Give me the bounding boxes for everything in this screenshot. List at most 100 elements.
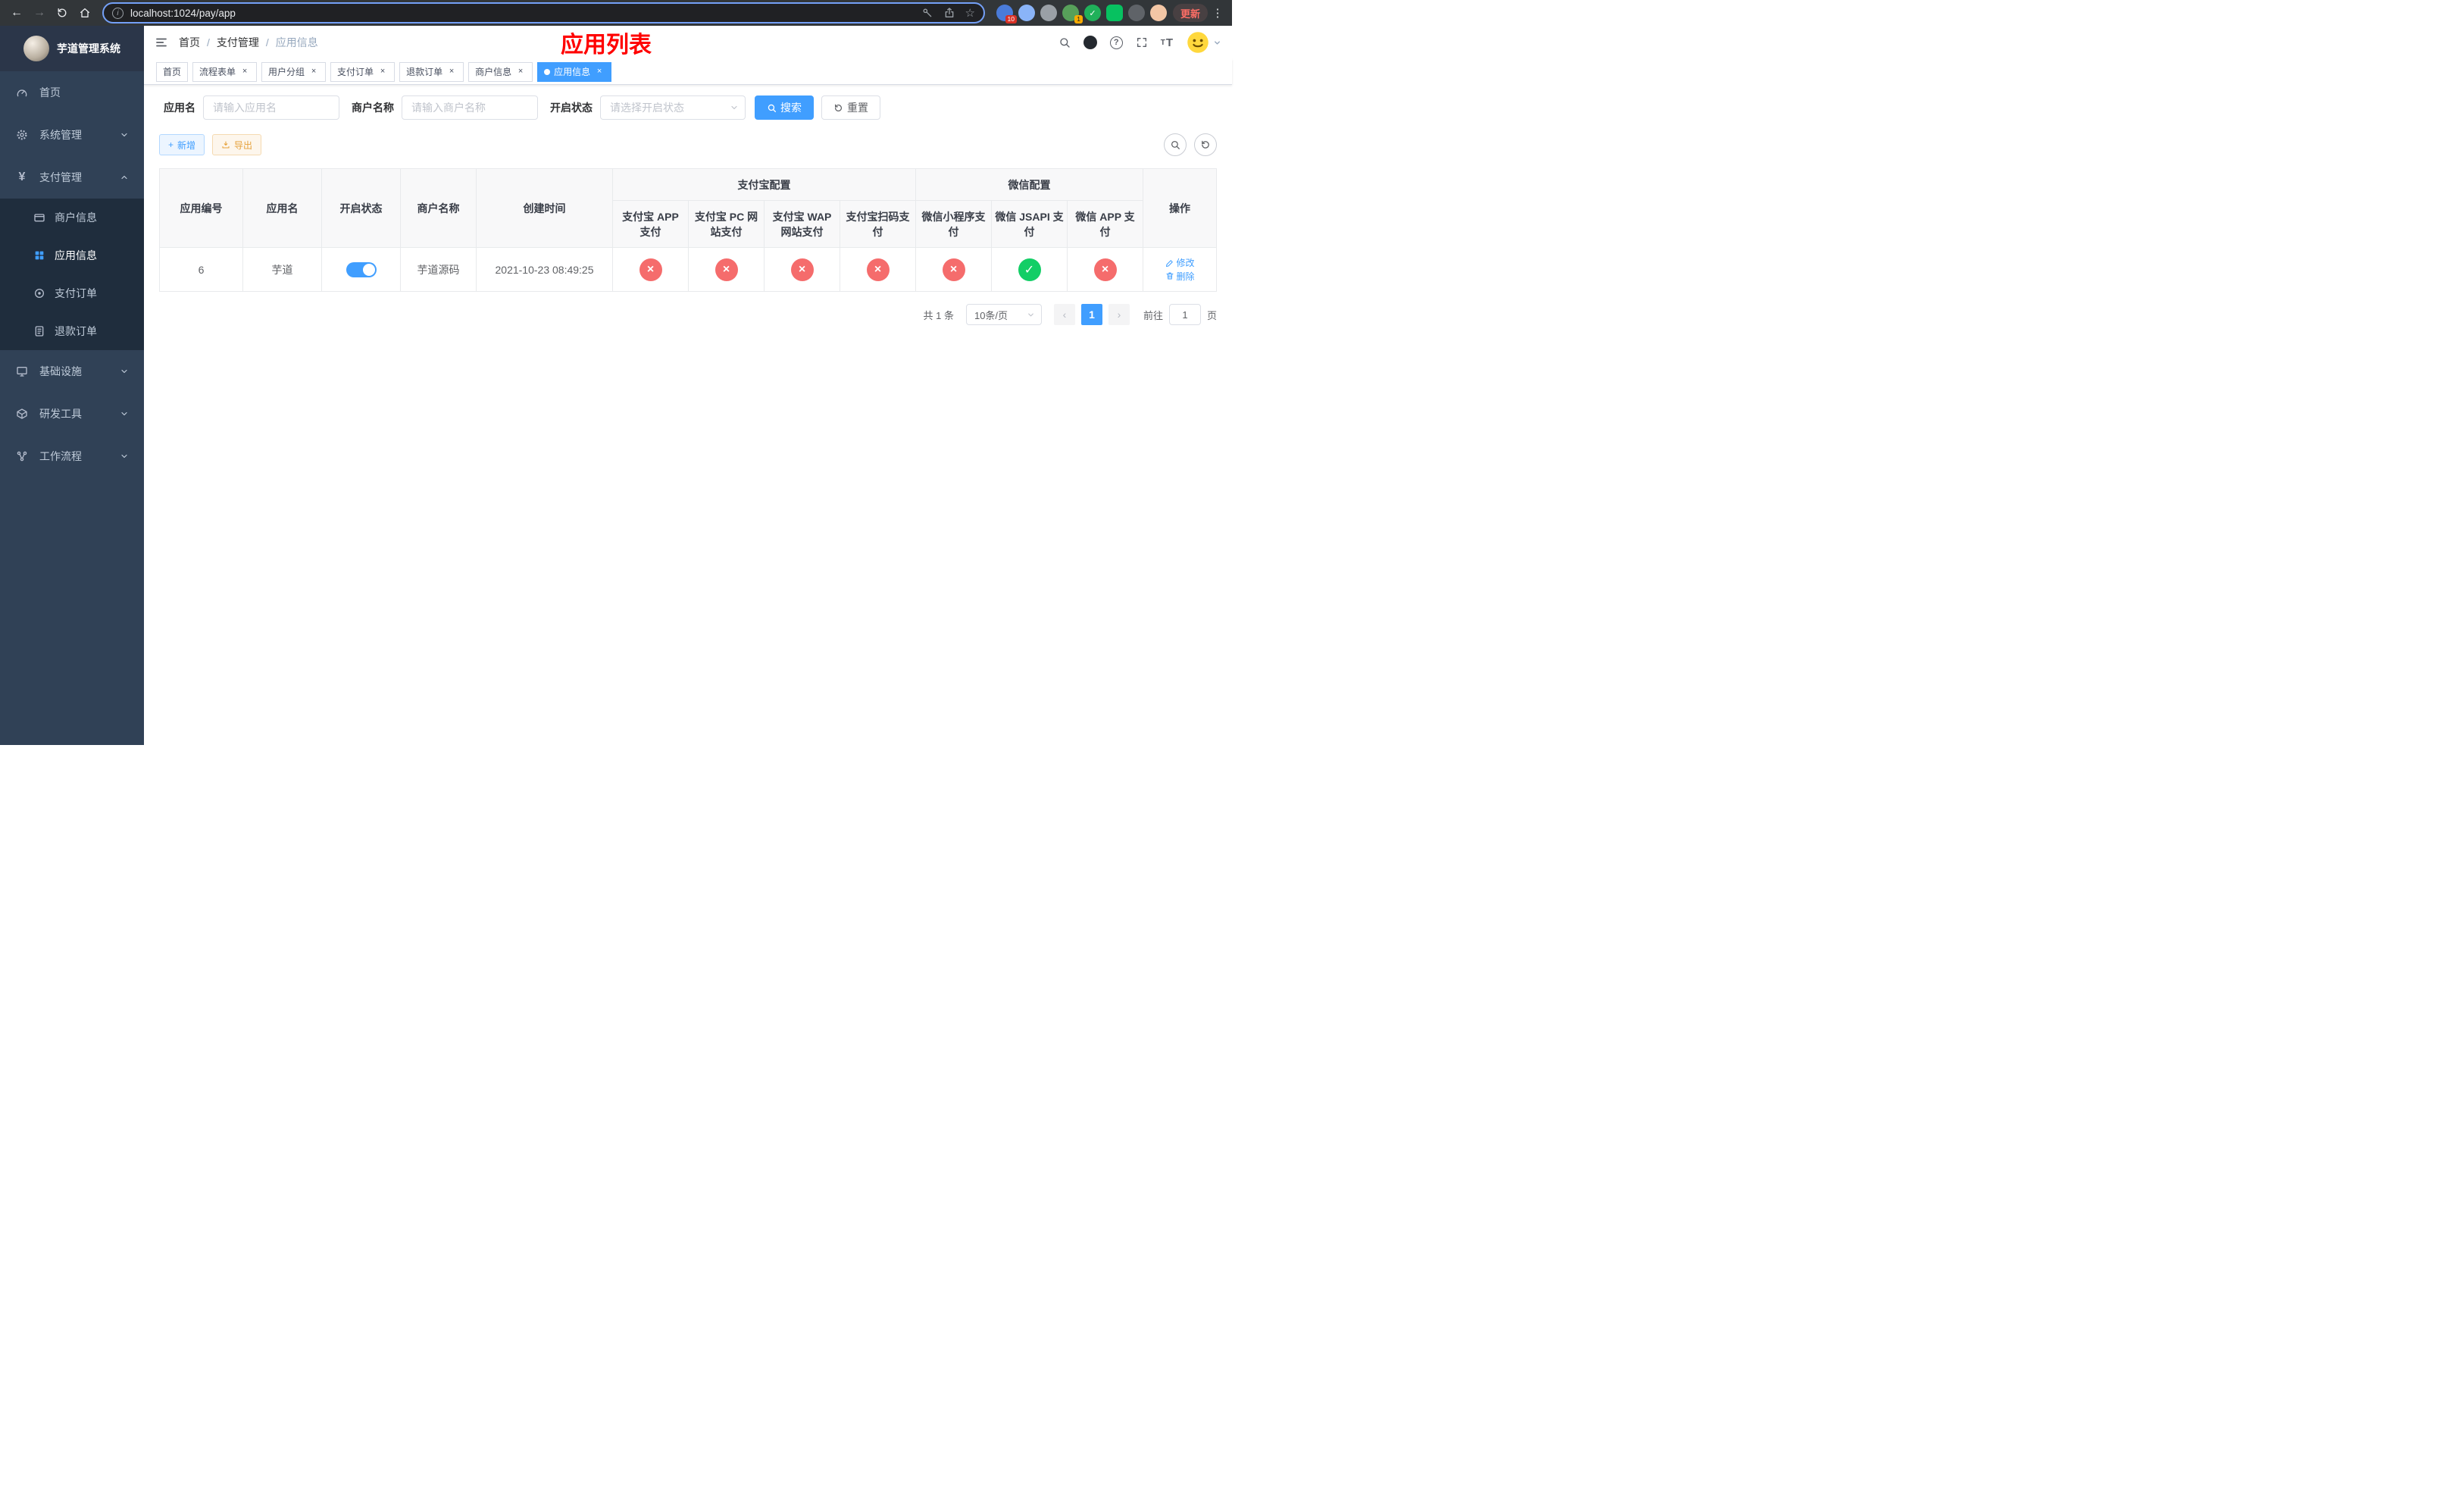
trash-icon xyxy=(1166,272,1173,280)
tab-app-info[interactable]: 应用信息 × xyxy=(537,61,612,82)
app-logo[interactable]: 芋道管理系统 xyxy=(0,26,144,71)
sidebar-menu: 首页 系统管理 ¥ 支付管理 商户信息 应用信息 支付订单 退款订单 基础设施 … xyxy=(0,71,144,477)
browser-home-icon[interactable] xyxy=(74,2,95,23)
sidebar-item-label: 系统管理 xyxy=(39,129,82,141)
page-title: 应用列表 xyxy=(561,33,652,58)
close-icon[interactable]: × xyxy=(308,67,319,77)
tab-pay-order[interactable]: 支付订单 × xyxy=(330,61,396,82)
edit-link[interactable]: 修改 xyxy=(1165,256,1195,269)
column-header: 支付宝 APP 支付 xyxy=(612,200,689,248)
site-info-icon[interactable]: i xyxy=(112,7,124,19)
refresh-table-button[interactable] xyxy=(1194,133,1217,156)
goto-page-input[interactable] xyxy=(1168,304,1201,325)
close-icon[interactable]: × xyxy=(239,67,250,77)
close-icon[interactable]: × xyxy=(515,67,526,77)
sidebar-item-pay-order[interactable]: 支付订单 xyxy=(0,274,144,312)
font-size-icon[interactable]: TT xyxy=(1161,36,1174,49)
sidebar-item-workflow[interactable]: 工作流程 xyxy=(0,435,144,477)
extension-icon[interactable]: 10 xyxy=(996,5,1017,23)
column-header: 支付宝 WAP 网站支付 xyxy=(764,200,840,248)
tab-merchant-info[interactable]: 商户信息 × xyxy=(468,61,533,82)
pencil-icon xyxy=(1165,259,1173,267)
toggle-search-button[interactable] xyxy=(1164,133,1187,156)
close-icon[interactable]: × xyxy=(377,67,388,77)
table-row: 6 芋道 芋道源码 2021-10-23 08:49:25 × × × × × … xyxy=(159,247,1217,292)
breadcrumb-home[interactable]: 首页 xyxy=(179,35,200,50)
password-key-icon[interactable] xyxy=(921,7,933,19)
column-header: 支付宝扫码支付 xyxy=(840,200,916,248)
page-content: 应用名 商户名称 开启状态 请选择开启状态 搜索 重置 xyxy=(144,85,1232,745)
add-button[interactable]: + 新增 xyxy=(159,134,205,155)
page-size-select[interactable]: 10条/页 xyxy=(965,304,1042,325)
sidebar-item-home[interactable]: 首页 xyxy=(0,71,144,114)
card-icon xyxy=(33,211,45,224)
close-icon[interactable]: × xyxy=(594,67,605,77)
sidebar-item-app-info[interactable]: 应用信息 xyxy=(0,236,144,274)
page-1-button[interactable]: 1 xyxy=(1080,304,1102,325)
app-name-input[interactable] xyxy=(203,95,339,120)
sidebar-item-pay[interactable]: ¥ 支付管理 xyxy=(0,156,144,199)
extension-icon[interactable] xyxy=(1040,5,1057,21)
browser-reload-icon[interactable] xyxy=(52,2,73,23)
share-icon[interactable] xyxy=(943,7,955,19)
sidebar-item-dev-tools[interactable]: 研发工具 xyxy=(0,393,144,435)
status-select[interactable]: 请选择开启状态 xyxy=(600,95,746,120)
profile-avatar-icon[interactable] xyxy=(1149,5,1167,21)
refresh-icon xyxy=(1202,140,1209,149)
top-navbar: 首页 / 支付管理 / 应用信息 应用列表 ? TT xyxy=(144,26,1232,59)
next-page-button[interactable]: › xyxy=(1108,304,1130,325)
merchant-name-input[interactable] xyxy=(402,95,538,120)
tab-home[interactable]: 首页 xyxy=(156,61,189,82)
extension-icon[interactable]: 1 xyxy=(1062,5,1083,23)
extension-icon[interactable]: ✓ xyxy=(1083,5,1101,21)
column-header: 微信 APP 支付 xyxy=(1066,200,1144,248)
reset-button[interactable]: 重置 xyxy=(821,95,880,120)
chevron-down-icon xyxy=(120,452,129,461)
app-name-label: 应用名 xyxy=(164,102,195,114)
export-button[interactable]: 导出 xyxy=(212,134,262,155)
address-bar[interactable]: i localhost:1024/pay/app ☆ xyxy=(102,2,985,23)
goto-label: 前往 xyxy=(1143,309,1163,321)
sidebar-item-infrastructure[interactable]: 基础设施 xyxy=(0,350,144,393)
user-avatar[interactable] xyxy=(1187,31,1221,54)
browser-update-button[interactable]: 更新 xyxy=(1172,4,1208,22)
prev-page-button[interactable]: ‹ xyxy=(1053,304,1075,325)
breadcrumb: 首页 / 支付管理 / 应用信息 xyxy=(179,35,318,50)
search-icon[interactable] xyxy=(1058,36,1071,49)
status-toggle[interactable] xyxy=(346,261,377,277)
fullscreen-icon[interactable] xyxy=(1136,36,1148,49)
sidebar-item-refund-order[interactable]: 退款订单 xyxy=(0,312,144,350)
sidebar-item-merchant-info[interactable]: 商户信息 xyxy=(0,199,144,236)
pay-submenu: 商户信息 应用信息 支付订单 退款订单 xyxy=(0,199,144,350)
alipay-wap-status-icon: × xyxy=(790,258,814,281)
column-header: 创建时间 xyxy=(476,168,613,248)
column-header: 应用编号 xyxy=(159,168,243,248)
table-toolbar: + 新增 导出 xyxy=(159,133,1217,156)
bookmark-star-icon[interactable]: ☆ xyxy=(965,8,975,19)
wechat-extension-icon[interactable] xyxy=(1105,5,1123,21)
breadcrumb-pay[interactable]: 支付管理 xyxy=(217,35,259,50)
browser-forward-icon[interactable]: → xyxy=(29,2,50,23)
download-icon xyxy=(222,141,230,149)
extensions-area: 10 1 ✓ xyxy=(992,5,1171,23)
close-icon[interactable]: × xyxy=(446,67,457,77)
page-unit-label: 页 xyxy=(1206,309,1217,321)
delete-link[interactable]: 删除 xyxy=(1165,270,1195,283)
search-button[interactable]: 搜索 xyxy=(755,95,814,120)
tab-user-group[interactable]: 用户分组 × xyxy=(261,61,327,82)
search-icon xyxy=(1171,140,1180,149)
puzzle-extension-icon[interactable] xyxy=(1127,5,1145,21)
chevron-up-icon xyxy=(120,173,129,182)
wechat-jsapi-status-icon: ✓ xyxy=(1018,258,1041,281)
caret-down-icon xyxy=(1215,40,1220,45)
help-icon[interactable]: ? xyxy=(1109,36,1123,49)
hamburger-icon[interactable] xyxy=(155,36,168,49)
extension-icon[interactable] xyxy=(1018,5,1035,21)
tab-refund-order[interactable]: 退款订单 × xyxy=(399,61,464,82)
browser-back-icon[interactable]: ← xyxy=(6,2,27,23)
sidebar-item-label: 工作流程 xyxy=(39,450,82,462)
sidebar-item-system[interactable]: 系统管理 xyxy=(0,114,144,156)
browser-menu-icon[interactable]: ⋮ xyxy=(1209,6,1226,20)
tab-process-form[interactable]: 流程表单 × xyxy=(192,61,258,82)
github-icon[interactable] xyxy=(1083,36,1097,49)
